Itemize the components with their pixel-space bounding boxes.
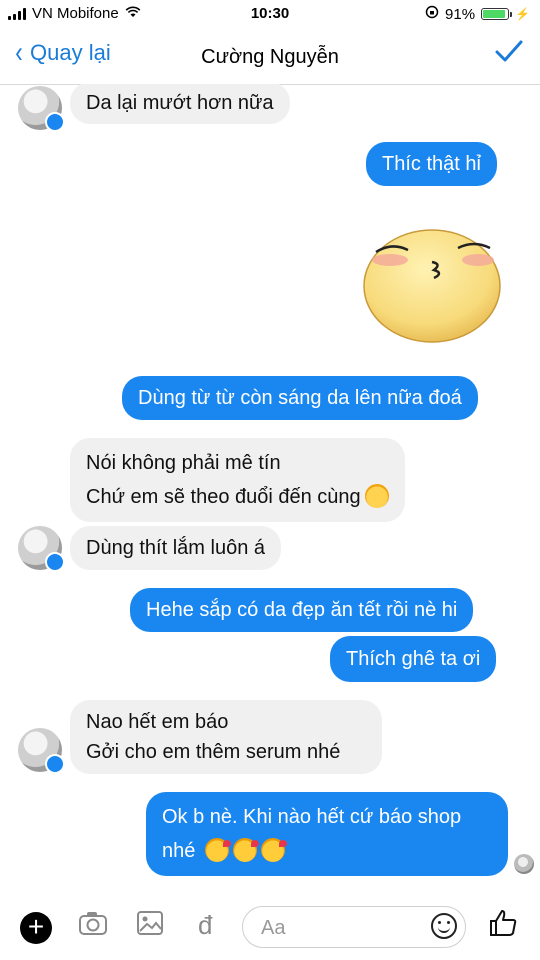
message-text: nhé [162,840,196,862]
message-line: Nói không phải mê tín [86,452,281,474]
message-text: Thích ghê ta ơi [346,648,481,670]
message-bubble-incoming[interactable]: Nao hết em báo Gởi cho em thêm serum nhé [70,700,382,774]
contact-avatar[interactable] [18,728,65,774]
message-text: Hehe sắp có da đẹp ăn tết rồi nè hi [146,599,458,621]
battery-icon [481,8,513,20]
message-bubble-incoming[interactable]: Da lại mướt hơn nữa [70,84,290,124]
message-bubble-incoming[interactable]: Dùng thít lắm luôn á [70,526,281,570]
seen-avatar [514,854,534,874]
gallery-icon[interactable] [136,910,164,943]
message-bubble-outgoing[interactable]: Hehe sắp có da đẹp ăn tết rồi nè hi [130,588,474,632]
message-bubble-outgoing[interactable]: Thích ghê ta ơi [330,636,497,682]
conversation-title[interactable]: Cường Nguyễn [0,46,540,69]
message-line: Gởi cho em thêm serum nhé [86,741,341,763]
charging-icon: ⚡ [515,7,530,21]
messenger-badge-icon [45,112,65,132]
plus-button[interactable]: + [20,912,52,944]
message-text: Chứ em sẽ theo đuổi đến cùng [86,486,361,508]
message-line: Nao hết em báo [86,711,229,733]
message-bubble-incoming[interactable]: Nói không phải mê tín Chứ em sẽ theo đuổ… [70,438,405,522]
check-icon[interactable] [494,38,524,72]
currency-symbol: đ [198,910,213,940]
face-blowing-kiss-icon [204,838,231,862]
status-right: 91% ⚡ [425,5,530,23]
nav-bar: ‹ Quay lại Cường Nguyễn [0,28,540,85]
message-text: Da lại mướt hơn nữa [86,92,274,114]
contact-avatar[interactable] [18,526,65,572]
contact-avatar[interactable] [18,86,65,132]
messenger-badge-icon [45,754,65,774]
message-bubble-outgoing[interactable]: Thíc thật hỉ [366,142,497,186]
message-input-placeholder: Aa [261,917,286,939]
message-bubble-outgoing[interactable]: Dùng từ từ còn sáng da lên nữa đoá [122,376,478,420]
messenger-badge-icon [45,552,65,572]
face-blowing-kiss-icon [260,838,287,862]
status-bar: VN Mobifone 10:30 91% ⚡ [0,0,540,28]
smiling-face-icon [364,484,389,508]
payment-dong-icon[interactable]: đ [198,910,212,941]
message-line-with-emoji: Chứ em sẽ theo đuổi đến cùng [86,480,389,514]
message-line-with-emoji: nhé [162,834,492,868]
thumbs-up-icon[interactable] [488,908,518,945]
message-text: Dùng thít lắm luôn á [86,537,265,559]
message-text: Dùng từ từ còn sáng da lên nữa đoá [138,387,462,409]
message-text: Thíc thật hỉ [382,153,481,175]
face-blowing-kiss-icon [232,838,259,862]
rotation-lock-icon [425,5,439,23]
message-line: Ok b nè. Khi nào hết cứ báo shop [162,806,462,828]
composer-bar: + đ Aa [0,896,540,960]
message-list[interactable]: Da lại mướt hơn nữa Thíc thật hỉ Dùng từ… [0,84,540,896]
battery-percent: 91% [445,5,476,23]
message-input[interactable]: Aa [242,906,466,948]
sticker-blushing-kiss[interactable] [362,216,502,344]
camera-icon[interactable] [78,910,108,943]
emoji-icon[interactable] [431,913,457,939]
message-bubble-outgoing[interactable]: Ok b nè. Khi nào hết cứ báo shop nhé [146,792,508,876]
